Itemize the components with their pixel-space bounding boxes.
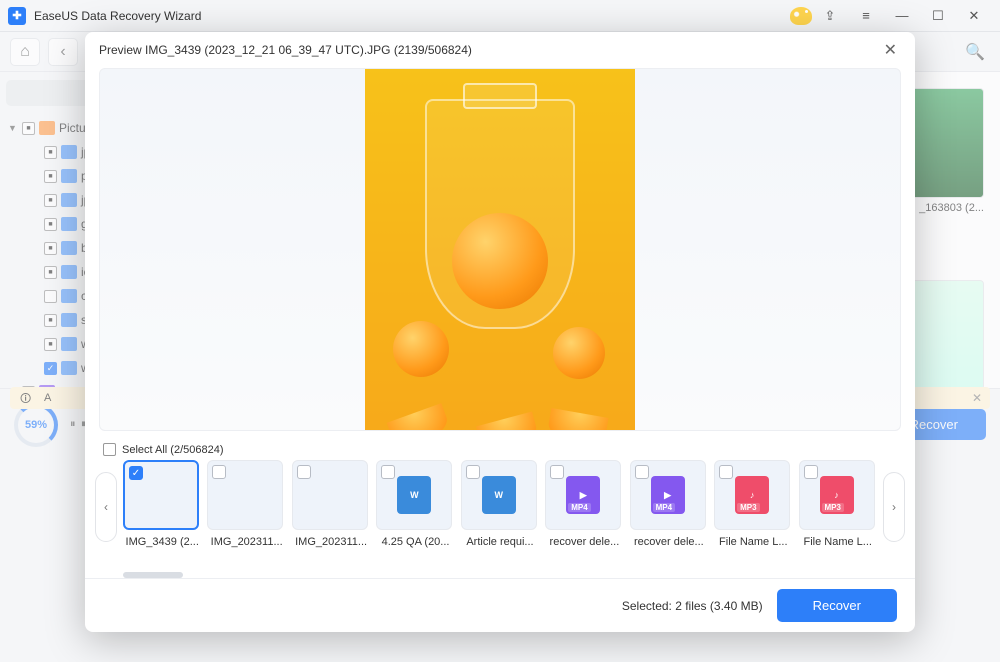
thumb-checkbox[interactable] [804, 465, 818, 479]
thumb-label: recover dele... [630, 536, 708, 548]
thumb-checkbox[interactable] [212, 465, 226, 479]
thumb-label: File Name L... [799, 536, 877, 548]
search-button[interactable]: 🔍 [960, 38, 990, 66]
thumb-checkbox[interactable] [550, 465, 564, 479]
folder-icon [61, 241, 77, 255]
strip-thumb[interactable]: ▶MP4 recover dele... [545, 460, 623, 548]
thumb-checkbox[interactable] [381, 465, 395, 479]
modal-title: Preview IMG_3439 (2023_12_21 06_39_47 UT… [99, 43, 472, 57]
modal-header: Preview IMG_3439 (2023_12_21 06_39_47 UT… [85, 32, 915, 68]
thumb-checkbox[interactable] [635, 465, 649, 479]
thumb-label: Article requi... [461, 536, 539, 548]
strip-thumb[interactable]: W Article requi... [461, 460, 539, 548]
folder-icon [61, 337, 77, 351]
checkbox-icon[interactable] [44, 362, 57, 375]
word-icon: W [397, 476, 431, 514]
home-button[interactable]: ⌂ [10, 38, 40, 66]
video-icon: ▶MP4 [651, 476, 685, 514]
thumb-checkbox[interactable] [466, 465, 480, 479]
thumb-label: 4.25 QA (20... [376, 536, 454, 548]
thumb-checkbox[interactable] [129, 466, 143, 480]
minimize-button[interactable]: — [884, 0, 920, 31]
folder-icon [61, 361, 77, 375]
thumb-label: IMG_202311... [292, 536, 370, 548]
maximize-button[interactable]: ☐ [920, 0, 956, 31]
strip-prev-button[interactable]: ‹ [95, 472, 117, 542]
checkbox-icon[interactable] [44, 194, 57, 207]
preview-pane [99, 68, 901, 431]
preview-image [365, 68, 635, 431]
thumb-label: recover dele... [545, 536, 623, 548]
progress-ring: 59% [14, 403, 58, 447]
select-all-row[interactable]: Select All (2/506824) [85, 439, 915, 460]
modal-selection-summary: Selected: 2 files (3.40 MB) [622, 599, 763, 613]
folder-icon [61, 265, 77, 279]
folder-icon [61, 193, 77, 207]
strip-thumb[interactable]: IMG_202311... [207, 460, 285, 548]
checkbox-icon[interactable] [44, 218, 57, 231]
checkbox-icon[interactable] [44, 314, 57, 327]
folder-icon [61, 217, 77, 231]
modal-footer: Selected: 2 files (3.40 MB) Recover [85, 578, 915, 632]
modal-overlay: Preview IMG_3439 (2023_12_21 06_39_47 UT… [0, 32, 1000, 662]
ad-text: A [44, 392, 51, 404]
strip-thumb[interactable]: IMG_3439 (2... [123, 460, 201, 548]
thumb-label: IMG_202311... [207, 536, 285, 548]
checkbox-icon[interactable] [22, 122, 35, 135]
checkbox-icon[interactable] [44, 266, 57, 279]
strip-thumb[interactable]: ♪MP3 File Name L... [714, 460, 792, 548]
close-window-button[interactable]: ✕ [956, 0, 992, 31]
audio-icon: ♪MP3 [820, 476, 854, 514]
promo-icon[interactable] [790, 7, 812, 25]
close-ad-icon[interactable]: ✕ [972, 391, 982, 405]
menu-icon[interactable]: ≡ [848, 0, 884, 31]
strip-thumb[interactable]: IMG_202311... [292, 460, 370, 548]
checkbox-icon[interactable] [44, 338, 57, 351]
checkbox-icon[interactable] [44, 146, 57, 159]
app-title: EaseUS Data Recovery Wizard [34, 9, 201, 23]
select-all-checkbox[interactable] [103, 443, 116, 456]
thumb-checkbox[interactable] [719, 465, 733, 479]
strip-next-button[interactable]: › [883, 472, 905, 542]
checkbox-icon[interactable] [44, 242, 57, 255]
app-logo-icon: ✚ [8, 7, 26, 25]
checkbox-icon[interactable] [44, 290, 57, 303]
thumb-label: IMG_3439 (2... [123, 536, 201, 548]
checkbox-icon[interactable] [44, 170, 57, 183]
modal-recover-button[interactable]: Recover [777, 589, 897, 622]
select-all-label: Select All (2/506824) [122, 444, 224, 456]
word-icon: W [482, 476, 516, 514]
thumb-checkbox[interactable] [297, 465, 311, 479]
folder-icon [61, 289, 77, 303]
strip-thumb[interactable]: ▶MP4 recover dele... [630, 460, 708, 548]
folder-icon [39, 121, 55, 135]
folder-icon [61, 145, 77, 159]
audio-icon: ♪MP3 [735, 476, 769, 514]
titlebar: ✚ EaseUS Data Recovery Wizard ⇪ ≡ — ☐ ✕ [0, 0, 1000, 32]
strip-thumb[interactable]: ♪MP3 File Name L... [799, 460, 877, 548]
video-icon: ▶MP4 [566, 476, 600, 514]
folder-icon [61, 169, 77, 183]
thumb-label: File Name L... [714, 536, 792, 548]
strip-thumb[interactable]: W 4.25 QA (20... [376, 460, 454, 548]
modal-close-button[interactable]: ✕ [880, 36, 901, 64]
thumbnail-strip: ‹ IMG_3439 (2... IMG_202311... IMG_202311.… [85, 460, 915, 570]
share-icon[interactable]: ⇪ [812, 0, 848, 31]
folder-icon [61, 313, 77, 327]
back-button[interactable]: ‹ [48, 38, 78, 66]
preview-modal: Preview IMG_3439 (2023_12_21 06_39_47 UT… [85, 32, 915, 632]
